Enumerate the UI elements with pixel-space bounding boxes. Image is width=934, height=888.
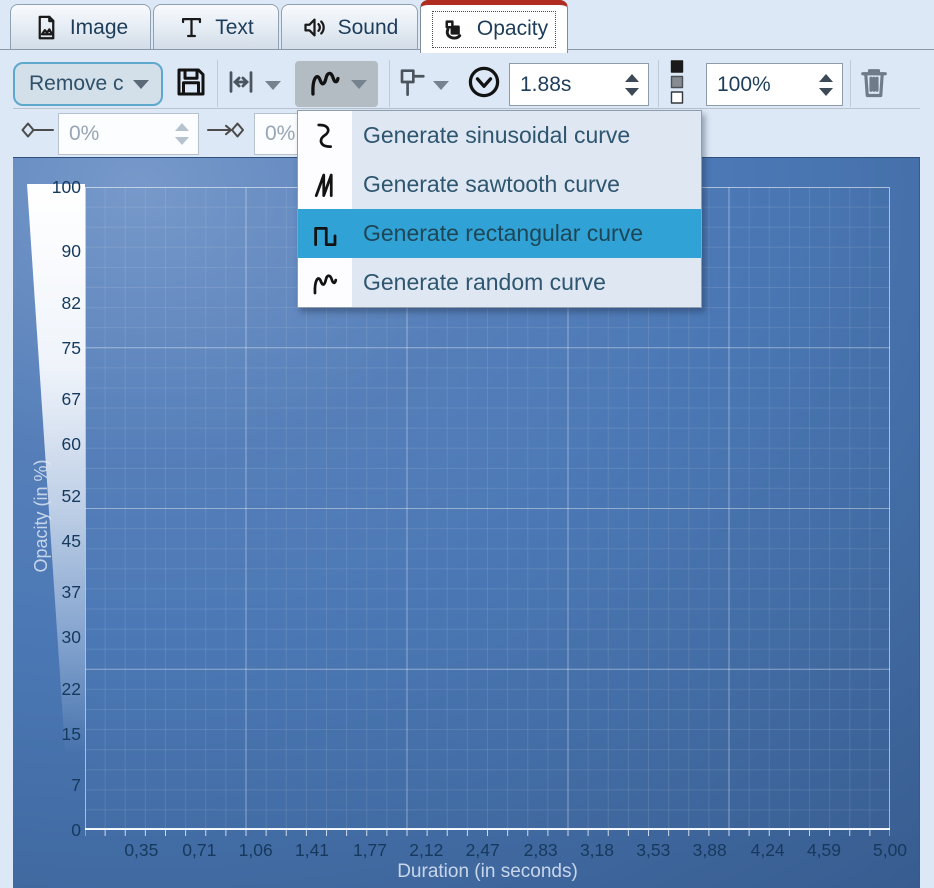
fade-in-icon bbox=[20, 120, 56, 145]
menu-item-generate-rectangular-curve[interactable]: Generate rectangular curve bbox=[298, 209, 701, 258]
spin-up-icon[interactable] bbox=[175, 123, 189, 131]
sound-icon bbox=[301, 14, 328, 41]
chevron-down-icon bbox=[265, 81, 281, 90]
spacing-button[interactable] bbox=[224, 69, 258, 99]
fade-in-indicator bbox=[20, 121, 56, 143]
gradient-icon bbox=[668, 60, 686, 110]
image-icon bbox=[33, 14, 60, 41]
y-tick-label: 100 bbox=[13, 177, 81, 198]
chevron-down-icon bbox=[133, 80, 149, 89]
sawtooth-wave-icon bbox=[298, 160, 352, 209]
menu-item-generate-sinusoidal-curve[interactable]: Generate sinusoidal curve bbox=[298, 111, 701, 160]
curve-preset-value: Remove c bbox=[29, 72, 124, 96]
time-button[interactable] bbox=[466, 66, 502, 102]
pin-keyframe-button[interactable] bbox=[396, 64, 428, 104]
spin-up-icon[interactable] bbox=[625, 74, 639, 82]
x-tick-label: 4,59 bbox=[789, 840, 859, 861]
y-tick-label: 90 bbox=[13, 241, 81, 262]
y-tick-label: 0 bbox=[13, 820, 81, 841]
clock-icon bbox=[467, 65, 501, 104]
y-tick-label: 37 bbox=[13, 582, 81, 603]
tab-sound[interactable]: Sound bbox=[281, 4, 418, 50]
pin-dropdown-button[interactable] bbox=[432, 80, 450, 90]
delete-button[interactable] bbox=[856, 64, 892, 104]
fade-out-indicator bbox=[206, 121, 248, 143]
fade-out-icon bbox=[206, 120, 248, 145]
tab-sound-label: Sound bbox=[338, 16, 399, 40]
opacity-editor-window: Image Text Sound Opacity Remove c 1.88s bbox=[0, 0, 934, 888]
opacity-input[interactable]: 100% bbox=[706, 63, 843, 106]
horizontal-resize-icon bbox=[226, 67, 256, 102]
x-axis-title: Duration (in seconds) bbox=[85, 861, 890, 883]
menu-item-label: Generate random curve bbox=[352, 258, 606, 307]
curve-preset-combobox[interactable]: Remove c bbox=[13, 62, 163, 106]
duration-input[interactable]: 1.88s bbox=[509, 63, 649, 106]
y-tick-label: 52 bbox=[13, 486, 81, 507]
fade-out-value: 0% bbox=[265, 122, 295, 146]
sine-wave-icon bbox=[298, 111, 352, 160]
y-tick-label: 7 bbox=[13, 775, 81, 796]
tab-opacity-label: Opacity bbox=[477, 17, 548, 41]
tab-image-label: Image bbox=[70, 16, 128, 40]
spin-up-icon[interactable] bbox=[819, 74, 833, 82]
x-tick-label: 5,00 bbox=[855, 840, 925, 861]
tab-text-label: Text bbox=[215, 16, 254, 40]
spin-down-icon[interactable] bbox=[175, 137, 189, 145]
save-icon bbox=[173, 64, 209, 105]
y-tick-label: 30 bbox=[13, 627, 81, 648]
duration-value: 1.88s bbox=[520, 73, 571, 97]
tab-text[interactable]: Text bbox=[153, 4, 279, 50]
generate-curve-menu: Generate sinusoidal curveGenerate sawtoo… bbox=[297, 110, 702, 308]
wave-icon bbox=[307, 64, 343, 105]
random-wave-icon bbox=[298, 258, 352, 307]
opacity-value: 100% bbox=[717, 73, 771, 97]
y-tick-label: 60 bbox=[13, 434, 81, 455]
y-tick-label: 67 bbox=[13, 389, 81, 410]
opacity-icon bbox=[440, 16, 467, 43]
toolbar-separator bbox=[850, 60, 851, 107]
y-tick-label: 15 bbox=[13, 724, 81, 745]
toolbar-row-divider bbox=[13, 108, 920, 109]
spin-down-icon[interactable] bbox=[819, 88, 833, 96]
y-tick-label: 22 bbox=[13, 679, 81, 700]
menu-item-label: Generate sinusoidal curve bbox=[352, 111, 630, 160]
menu-item-generate-random-curve[interactable]: Generate random curve bbox=[298, 258, 701, 307]
y-tick-label: 75 bbox=[13, 338, 81, 359]
chevron-down-icon bbox=[433, 81, 449, 90]
pin-icon bbox=[396, 66, 428, 103]
opacity-gradient-indicator bbox=[668, 62, 686, 107]
save-button[interactable] bbox=[170, 63, 212, 105]
menu-item-generate-sawtooth-curve[interactable]: Generate sawtooth curve bbox=[298, 160, 701, 209]
y-tick-label: 82 bbox=[13, 293, 81, 314]
y-tick-label: 45 bbox=[13, 531, 81, 552]
menu-item-label: Generate sawtooth curve bbox=[352, 160, 620, 209]
text-icon bbox=[178, 14, 205, 41]
generate-curve-button[interactable] bbox=[295, 61, 378, 107]
fade-in-input[interactable]: 0% bbox=[58, 113, 199, 155]
trash-icon bbox=[856, 64, 892, 105]
tab-opacity[interactable]: Opacity bbox=[420, 0, 568, 53]
toolbar-separator bbox=[217, 60, 218, 107]
spin-down-icon[interactable] bbox=[625, 88, 639, 96]
spacing-dropdown-button[interactable] bbox=[264, 80, 282, 90]
fade-in-value: 0% bbox=[69, 122, 99, 146]
menu-item-label: Generate rectangular curve bbox=[352, 209, 643, 258]
toolbar-separator bbox=[389, 60, 390, 107]
chevron-down-icon bbox=[351, 80, 367, 89]
toolbar-separator bbox=[658, 60, 659, 107]
tab-image[interactable]: Image bbox=[10, 4, 151, 50]
rectangular-wave-icon bbox=[298, 209, 352, 258]
